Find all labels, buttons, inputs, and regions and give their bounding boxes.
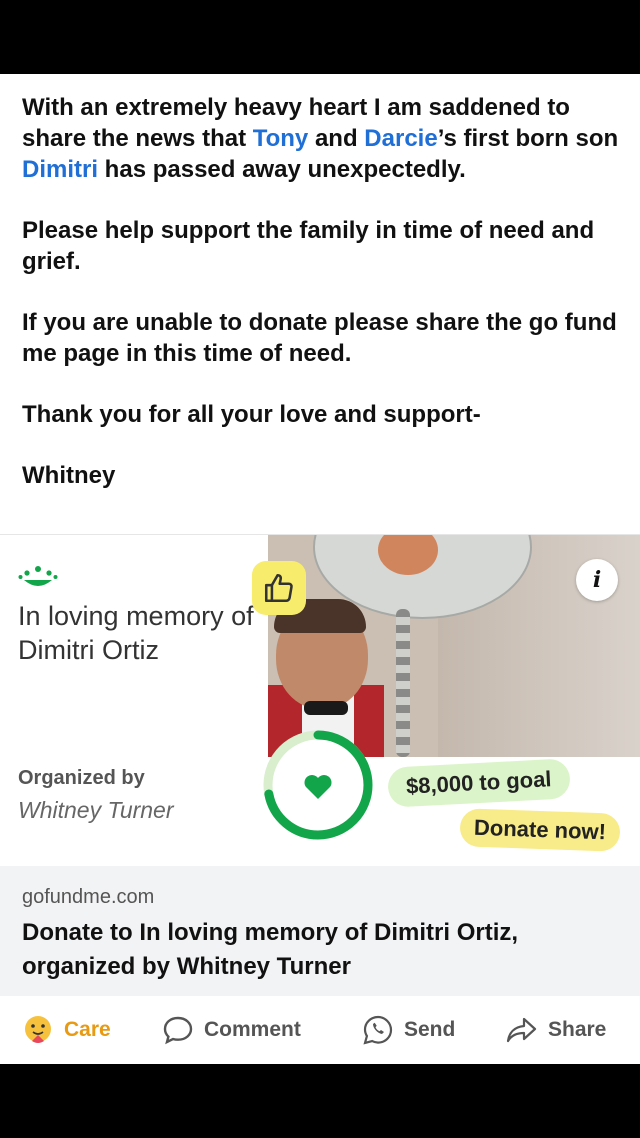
- comment-button[interactable]: Comment: [160, 1014, 301, 1046]
- care-button[interactable]: Care: [20, 1014, 111, 1046]
- link-preview[interactable]: gofundme.com Donate to In loving memory …: [0, 866, 640, 996]
- gofundme-logo-icon: [18, 566, 58, 586]
- post-screen: With an extremely heavy heart I am sadde…: [0, 74, 640, 1064]
- mention-darcie[interactable]: Darcie: [364, 125, 437, 152]
- comment-label: Comment: [204, 1018, 301, 1041]
- campaign-title: In loving memory of Dimitri Ortiz: [18, 601, 254, 665]
- post-message: With an extremely heavy heart I am sadde…: [22, 92, 622, 521]
- info-icon: i: [592, 567, 602, 593]
- whatsapp-send-icon: [360, 1014, 396, 1046]
- care-emoji-icon: [20, 1014, 56, 1046]
- post-paragraph-2: Please help support the family in time o…: [22, 217, 595, 275]
- comment-icon: [160, 1014, 196, 1046]
- share-arrow-icon: [504, 1014, 540, 1046]
- photo-bowtie: [304, 701, 348, 715]
- goal-amount-badge: $8,000 to goal: [387, 758, 571, 808]
- progress-ring: [263, 730, 373, 840]
- action-bar: Care Comment Send Share: [0, 996, 640, 1064]
- photo-ribbon: [396, 609, 410, 757]
- care-label: Care: [64, 1018, 111, 1041]
- mention-dimitri[interactable]: Dimitri: [22, 156, 98, 183]
- thumbs-up-sticker-icon: [252, 561, 306, 615]
- share-button[interactable]: Share: [504, 1014, 606, 1046]
- post-text-segment: ’s first born son: [437, 125, 619, 152]
- post-signature: Whitney: [22, 462, 116, 489]
- link-domain: gofundme.com: [22, 886, 155, 908]
- donate-now-button[interactable]: Donate now!: [459, 808, 621, 852]
- post-paragraph-4: Thank you for all your love and support-: [22, 401, 481, 428]
- link-title: Donate to In loving memory of Dimitri Or…: [22, 919, 519, 980]
- share-label: Share: [548, 1018, 607, 1041]
- gofundme-card[interactable]: In loving memory of Dimitri Ortiz Organi…: [0, 534, 640, 867]
- send-button[interactable]: Send: [360, 1014, 455, 1046]
- mention-tony[interactable]: Tony: [253, 125, 309, 152]
- post-paragraph-1: With an extremely heavy heart I am sadde…: [22, 92, 622, 185]
- send-label: Send: [404, 1018, 456, 1041]
- post-paragraph-3: If you are unable to donate please share…: [22, 309, 617, 367]
- post-text-segment: has passed away unexpectedly.: [98, 156, 466, 183]
- organized-by-label: Organized by: [18, 767, 145, 789]
- organizer-name: Whitney Turner: [18, 797, 174, 823]
- post-text-segment: and: [308, 125, 365, 152]
- info-button[interactable]: i: [576, 559, 618, 601]
